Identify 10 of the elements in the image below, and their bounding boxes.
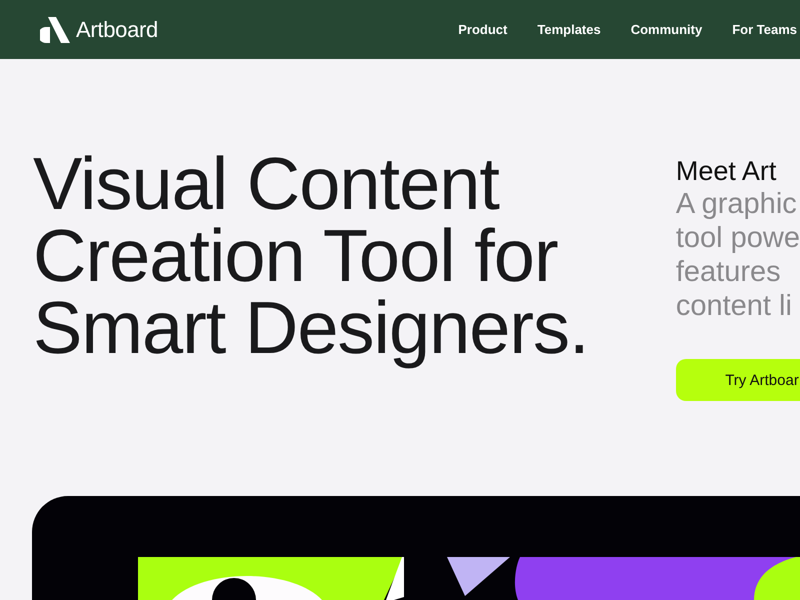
- intro-title: Meet Art: [676, 156, 778, 187]
- intro-text: A graphic tool powe features content li: [676, 187, 800, 323]
- nav-link[interactable]: Community: [630, 22, 702, 37]
- try-button[interactable]: Try Artboar: [676, 359, 800, 401]
- brand-name: Artboard: [76, 16, 158, 42]
- logo-icon: [40, 16, 70, 42]
- nav-link[interactable]: Templates: [537, 22, 601, 37]
- nav-link[interactable]: Product: [458, 22, 508, 37]
- nav-link[interactable]: For Teams: [732, 22, 797, 37]
- hero-headline: Visual Content Creation Tool for Smart Designers.: [33, 148, 590, 371]
